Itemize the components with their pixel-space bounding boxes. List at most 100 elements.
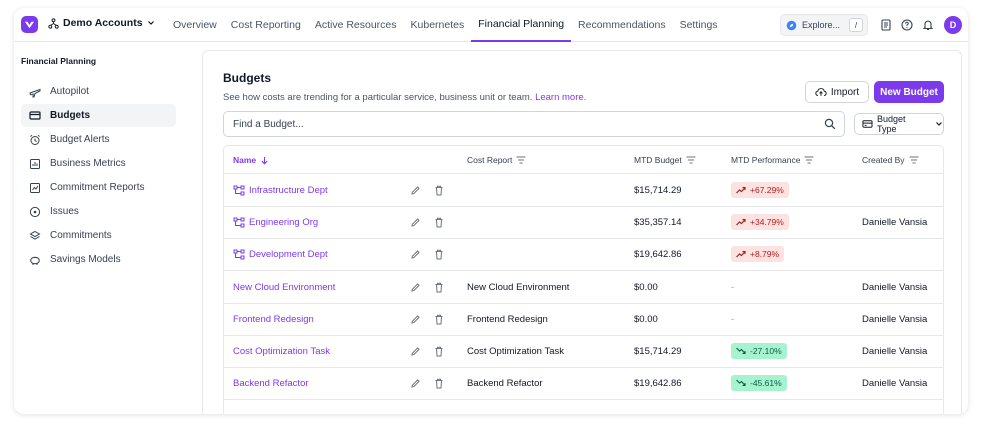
sidebar-item-commitment-reports[interactable]: Commitment Reports [21,176,176,199]
table-row[interactable]: New Cloud Environment New Cloud Environme… [224,272,943,304]
issue-icon [29,206,41,218]
edit-pencil-icon[interactable] [410,217,421,231]
document-icon[interactable] [880,19,892,31]
trend-up-icon [736,218,746,226]
metrics-icon [29,158,41,170]
sidebar-item-autopilot[interactable]: Autopilot [21,80,176,103]
nav-tab-overview[interactable]: Overview [166,8,224,42]
edit-pencil-icon[interactable] [410,346,421,360]
performance-empty: - [731,313,735,325]
table-row[interactable]: Backend Refactor Backend Refactor $19,642.… [224,368,943,401]
learn-more-link[interactable]: Learn more. [535,92,586,103]
column-header-cost-report[interactable]: Cost Report [467,155,526,165]
sidebar-item-business-metrics[interactable]: Business Metrics [21,152,176,175]
account-switcher[interactable]: Demo Accounts [48,17,155,29]
created-by-cell: Danielle Vansia [862,313,928,325]
mtd-budget-cell: $0.00 [634,281,658,293]
trend-down-icon [736,379,746,387]
performance-value: -27.10% [750,346,782,356]
cost-report-cell: New Cloud Environment [467,281,570,293]
cloud-upload-icon [815,88,827,96]
wallet-icon [29,110,41,121]
trend-down-icon [736,347,746,355]
sidebar-item-savings-models[interactable]: Savings Models [21,248,176,271]
budget-name-link[interactable]: Infrastructure Dept [233,185,328,196]
delete-trash-icon[interactable] [434,314,444,328]
help-icon[interactable] [901,19,913,31]
page-subtitle: See how costs are trending for a particu… [223,92,586,103]
delete-trash-icon[interactable] [434,378,444,392]
sidebar-item-budgets[interactable]: Budgets [21,104,176,127]
column-header-mtd-performance[interactable]: MTD Performance [731,155,814,165]
budget-name-link[interactable]: New Cloud Environment [233,282,335,293]
new-budget-button[interactable]: New Budget [874,81,944,103]
performance-badge: +8.79% [731,246,785,263]
budget-type-label: Budget Type [876,114,906,134]
table-row[interactable]: Cost Optimization Task Cost Optimization … [224,336,943,368]
table-row[interactable]: Development Dept $19,642.86 +8.79% [224,239,943,272]
nav-tab-financial-planning[interactable]: Financial Planning [471,8,572,42]
sidebar-item-commitments[interactable]: Commitments [21,224,176,247]
explore-search[interactable]: Explore... / [780,14,868,36]
trend-up-icon [736,250,746,258]
sidebar-item-label: Autopilot [50,86,89,97]
nav-tab-settings[interactable]: Settings [673,8,725,42]
column-header-name[interactable]: Name [233,155,269,165]
column-header-created-by[interactable]: Created By [862,155,919,165]
compass-icon [786,20,797,30]
account-tree-icon [48,17,59,29]
nav-tab-cost-reporting[interactable]: Cost Reporting [224,8,308,42]
nav-tab-active-resources[interactable]: Active Resources [308,8,404,42]
delete-trash-icon[interactable] [434,282,444,296]
created-by-cell: Danielle Vansia [862,378,928,390]
edit-pencil-icon[interactable] [410,378,421,392]
wallet-icon [862,120,873,128]
user-avatar[interactable]: D [944,16,962,34]
filter-lines-icon [804,156,814,164]
nav-tab-kubernetes[interactable]: Kubernetes [404,8,472,42]
budget-name-link[interactable]: Engineering Org [233,217,318,228]
delete-trash-icon[interactable] [434,185,444,199]
edit-pencil-icon[interactable] [410,314,421,328]
mtd-budget-cell: $15,714.29 [634,346,682,357]
bell-icon[interactable] [922,19,934,31]
app-logo-icon[interactable] [21,16,38,33]
budget-name-link[interactable]: Cost Optimization Task [233,346,330,357]
delete-trash-icon[interactable] [434,346,444,360]
nav-tab-recommendations[interactable]: Recommendations [571,8,673,42]
table-row[interactable]: Infrastructure Dept $15,714.29 +67.29% [224,175,943,207]
mtd-budget-cell: $0.00 [634,313,658,325]
edit-pencil-icon[interactable] [410,282,421,296]
sort-arrow-down-icon [261,156,268,164]
budget-name-link[interactable]: Backend Refactor [233,378,309,389]
budget-name-link[interactable]: Development Dept [233,249,328,260]
table-row[interactable]: Engineering Org $35,357.14 +34.79% Danielle… [224,207,943,240]
sidebar-title: Financial Planning [21,56,97,66]
sidebar-item-label: Commitment Reports [50,182,145,193]
sidebar-item-issues[interactable]: Issues [21,200,176,223]
delete-trash-icon[interactable] [434,249,444,263]
budget-name-link[interactable]: Frontend Redesign [233,314,314,325]
filter-lines-icon [516,156,526,164]
table-row[interactable]: Frontend Redesign Frontend Redesign $0.00 -… [224,304,943,336]
performance-value: +8.79% [750,249,780,260]
budget-search-input[interactable] [224,112,814,136]
cost-report-cell: Cost Optimization Task [467,346,564,357]
piggy-bank-icon [29,254,41,266]
column-mtd-budget-label: MTD Budget [634,155,682,165]
delete-trash-icon[interactable] [434,217,444,231]
hierarchy-icon [233,249,245,260]
sidebar-item-budget-alerts[interactable]: Budget Alerts [21,128,176,151]
column-header-mtd-budget[interactable]: MTD Budget [634,155,696,165]
sidebar-item-label: Issues [50,206,79,217]
budget-search [223,111,845,137]
edit-pencil-icon[interactable] [410,249,421,263]
import-button[interactable]: Import [805,81,869,103]
sidebar-item-label: Budgets [50,110,90,121]
search-icon[interactable] [824,118,836,130]
performance-value: -45.61% [750,378,782,389]
budget-type-filter[interactable]: Budget Type [854,113,944,135]
mtd-budget-cell: $19,642.86 [634,378,682,390]
edit-pencil-icon[interactable] [410,185,421,199]
filter-lines-icon [686,156,696,164]
